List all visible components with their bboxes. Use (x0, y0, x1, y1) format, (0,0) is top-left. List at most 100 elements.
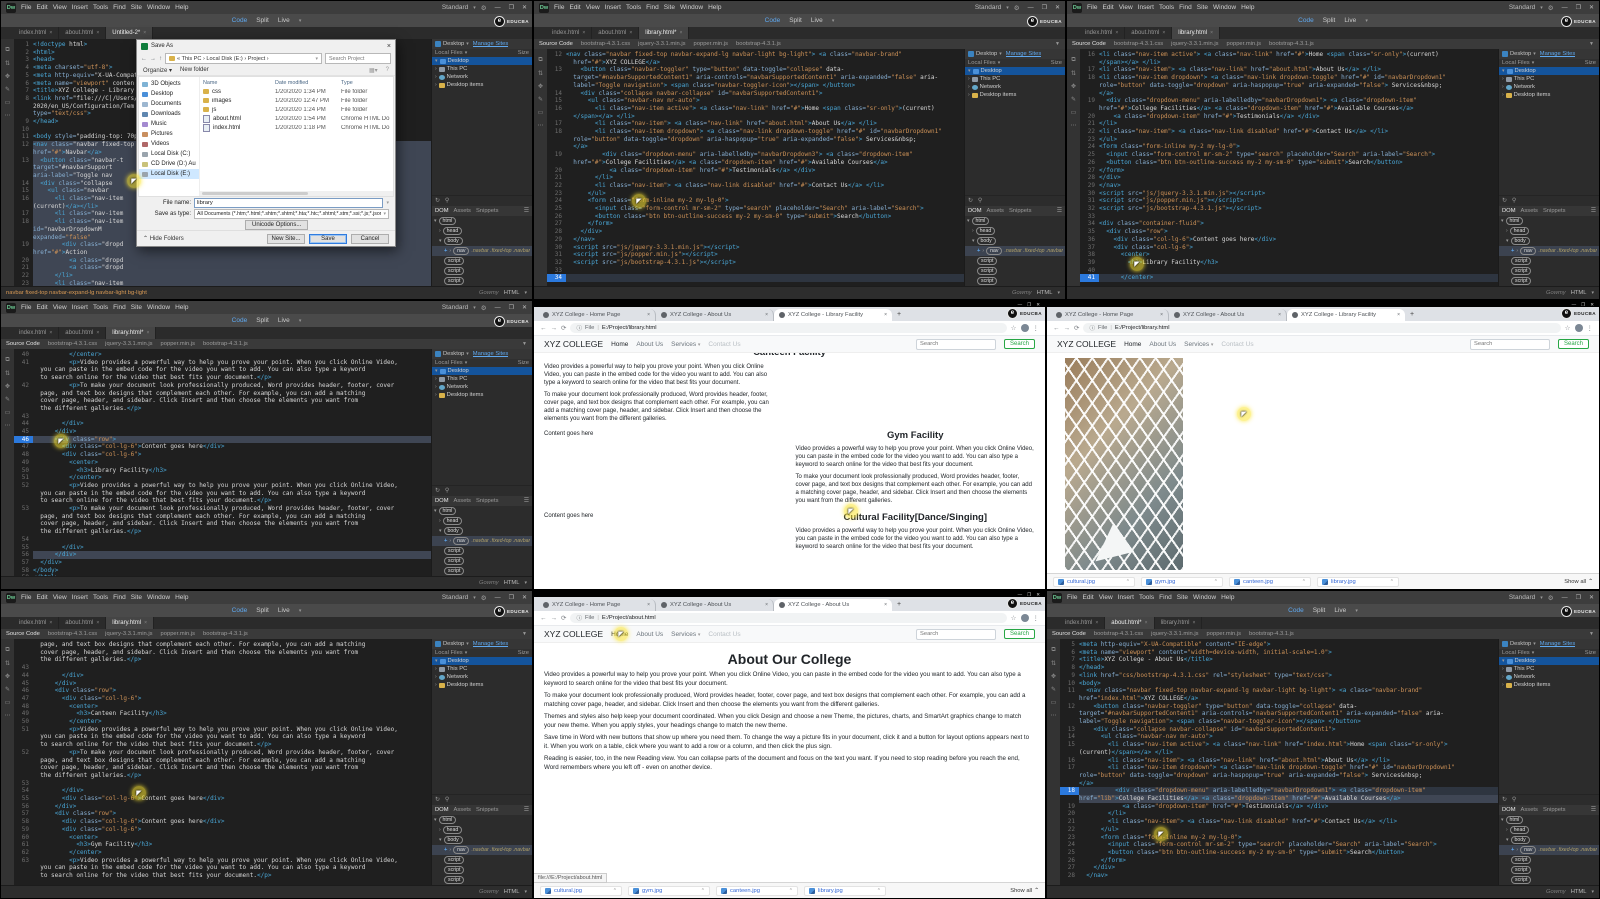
related-file[interactable]: popper.min.js (161, 631, 195, 637)
file-tree-item[interactable]: › This PC (432, 375, 532, 383)
menu-edit[interactable]: Edit (1102, 4, 1113, 11)
wrap-tag-icon[interactable]: ✎ (1051, 686, 1056, 693)
reload-icon[interactable]: ⟳ (561, 614, 566, 622)
related-file[interactable]: jquery-3.3.1.min.js (1171, 41, 1218, 47)
close-icon[interactable] (522, 594, 527, 601)
menu-site[interactable]: Site (664, 4, 675, 11)
close-tab-icon[interactable]: × (679, 30, 682, 36)
dom-node[interactable]: › head (432, 516, 532, 526)
menu-file[interactable]: File (1067, 594, 1077, 601)
sidebar-place[interactable]: Pictures (139, 129, 199, 139)
close-tab-icon[interactable]: × (582, 30, 585, 36)
workspace-switcher[interactable]: Standard (1509, 4, 1535, 11)
close-tab-icon[interactable]: × (146, 330, 149, 336)
dock-tab[interactable]: DOM (435, 208, 449, 214)
menu-view[interactable]: View (1099, 594, 1113, 601)
dom-node[interactable]: ▾ html (432, 506, 532, 516)
dom-node[interactable]: › head (432, 825, 532, 835)
menu-site[interactable]: Site (131, 594, 142, 601)
dom-node[interactable]: ▾ body (1499, 236, 1599, 246)
related-file[interactable]: jquery-3.3.1.min.js (638, 41, 685, 47)
manage-sites-link[interactable]: Manage Sites (473, 641, 508, 647)
close-tab-icon[interactable]: × (647, 312, 650, 318)
download-item[interactable]: gym.jpg ⌃ (1141, 576, 1223, 587)
dock-tab[interactable]: Assets (1521, 807, 1538, 813)
menu-view[interactable]: View (53, 594, 67, 601)
document-tab[interactable]: library.html × (106, 617, 155, 629)
nav-contact[interactable]: Contact Us (1221, 341, 1253, 348)
related-file[interactable]: jquery-3.3.1.min.js (1151, 631, 1198, 637)
forward-icon[interactable]: → (1064, 325, 1071, 332)
dialog-close-icon[interactable]: × (387, 43, 391, 50)
file-tree-item[interactable]: ▾ Desktop (965, 67, 1065, 75)
column-header[interactable]: Date modified (275, 80, 341, 86)
code-view-button[interactable]: Code (232, 607, 248, 614)
file-tree-item[interactable]: › Network (432, 673, 532, 681)
maximize-icon[interactable] (509, 4, 514, 11)
menu-view[interactable]: View (586, 4, 600, 11)
panel-menu-icon[interactable] (524, 498, 529, 504)
live-view-button[interactable]: Live (811, 17, 823, 24)
gear-icon[interactable] (481, 594, 487, 602)
dock-tab[interactable]: DOM (1502, 208, 1516, 214)
dock-tab[interactable]: Assets (454, 498, 471, 504)
close-tab-icon[interactable]: × (1397, 312, 1400, 318)
panel-menu-icon[interactable] (524, 208, 529, 214)
download-item[interactable]: library.jpg ⌃ (1317, 576, 1399, 587)
file-tree-item[interactable]: ▾ Desktop (432, 657, 532, 665)
related-file[interactable]: popper.min.js (694, 41, 728, 47)
file-tree-item[interactable]: › Desktop items (432, 81, 532, 89)
dom-node[interactable]: › head (432, 226, 532, 236)
dock-tab[interactable]: DOM (435, 498, 449, 504)
document-tab[interactable]: index.html × (1079, 27, 1126, 39)
dom-node[interactable]: › head (1499, 226, 1599, 236)
related-file[interactable]: bootstrap-4.3.1.css (581, 41, 630, 47)
related-file[interactable]: Source Code (6, 631, 40, 637)
nav-about[interactable]: About Us (636, 341, 663, 348)
close-tab-icon[interactable]: × (96, 620, 99, 626)
open-documents-icon[interactable]: ⧉ (5, 647, 9, 654)
minimize-icon[interactable] (495, 595, 501, 601)
nav-contact[interactable]: Contact Us (708, 341, 740, 348)
dom-node[interactable]: script (432, 266, 532, 276)
document-tab[interactable]: index.html × (1059, 617, 1106, 629)
file-tree-item[interactable]: › Desktop items (1499, 91, 1599, 99)
related-file[interactable]: popper.min.js (1207, 631, 1241, 637)
split-view-button[interactable]: Split (1323, 17, 1336, 24)
maximize-icon[interactable] (1576, 594, 1581, 601)
dom-node[interactable]: script (432, 566, 532, 576)
gear-icon[interactable] (481, 304, 487, 312)
more-icon[interactable]: ⋯ (5, 712, 11, 719)
minimize-icon[interactable] (1028, 5, 1034, 11)
file-name-input[interactable] (194, 197, 384, 208)
doc-type-label[interactable]: HTML (1571, 889, 1587, 895)
download-item[interactable]: library.jpg ⌃ (804, 885, 886, 896)
menu-file[interactable]: File (1087, 4, 1097, 11)
close-tab-icon[interactable]: × (144, 620, 147, 626)
wrap-tag-icon[interactable]: ✎ (5, 396, 10, 403)
reload-icon[interactable]: ⟳ (561, 324, 566, 332)
menu-tools[interactable]: Tools (626, 4, 641, 11)
dom-node[interactable]: script (965, 266, 1065, 276)
open-documents-icon[interactable]: ⧉ (1071, 57, 1075, 64)
split-view-button[interactable]: Split (256, 317, 269, 324)
code-editor[interactable]: 16 <li class="nav-item active"> <a class=… (1080, 49, 1498, 286)
dom-node[interactable]: ▾ body (432, 526, 532, 536)
open-documents-icon[interactable]: ⧉ (5, 357, 9, 364)
menu-file[interactable]: File (21, 594, 31, 601)
manage-sites-link[interactable]: Manage Sites (473, 351, 508, 357)
site-brand[interactable]: XYZ COLLEGE (1057, 339, 1116, 349)
code-view-button[interactable]: Code (765, 17, 781, 24)
menu-insert[interactable]: Insert (605, 4, 621, 11)
close-icon[interactable] (522, 4, 527, 11)
menu-window[interactable]: Window (147, 594, 170, 601)
back-icon[interactable]: ← (141, 56, 147, 62)
split-view-button[interactable]: Split (256, 607, 269, 614)
menu-file[interactable]: File (21, 4, 31, 11)
site-dropdown[interactable]: Desktop (443, 641, 464, 647)
new-folder-button[interactable]: New folder (180, 67, 209, 73)
filter-icon[interactable] (1589, 41, 1594, 47)
help-icon[interactable] (386, 67, 389, 73)
related-file[interactable]: popper.min.js (1227, 41, 1261, 47)
open-documents-icon[interactable]: ⧉ (5, 47, 9, 54)
